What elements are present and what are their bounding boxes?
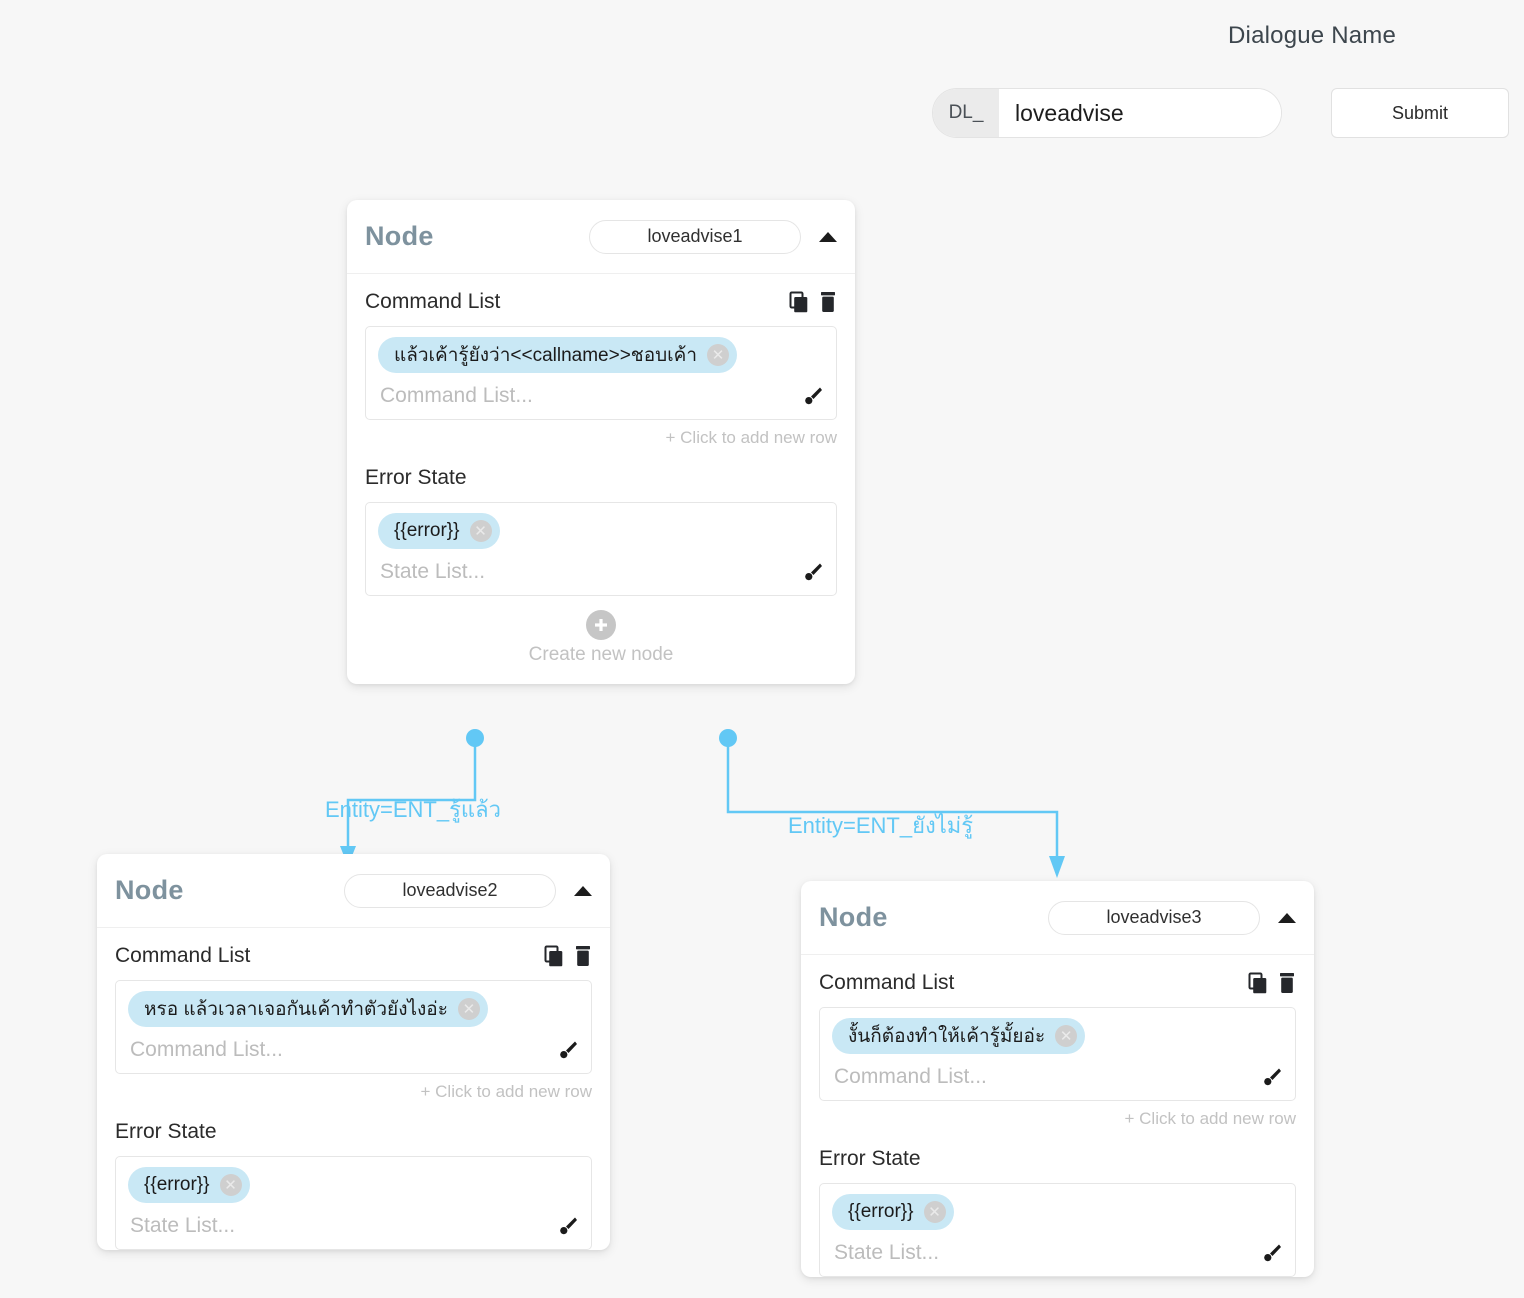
state-input-row [128, 1213, 579, 1241]
dialogue-name-input[interactable] [999, 89, 1281, 137]
node-body: Command List [97, 928, 610, 1250]
state-input-row [832, 1240, 1283, 1268]
error-state-chip[interactable]: {{error}} ✕ [378, 513, 500, 549]
command-list-header: Command List [819, 971, 1296, 995]
node-title: Node [819, 902, 888, 932]
canvas: Dialogue Name DL_ Submit Entity=ENT_รู้แ… [0, 0, 1524, 1298]
circle-x-icon[interactable]: ✕ [707, 344, 730, 366]
circle-x-icon[interactable]: ✕ [457, 998, 480, 1020]
copy-icon[interactable] [1248, 972, 1270, 994]
create-new-node-button[interactable]: Create new node [365, 596, 837, 684]
command-input-row [832, 1064, 1283, 1092]
add-new-row-command[interactable]: + Click to add new row [115, 1082, 593, 1102]
command-list-label: Command List [365, 290, 501, 313]
copy-icon[interactable] [544, 945, 566, 967]
command-list-box[interactable]: งั้นก็ต้องทำให้เค้ารู้มั้ยอ่ะ ✕ [819, 1007, 1296, 1101]
node-title: Node [365, 221, 434, 251]
error-state-label: Error State [115, 1120, 217, 1143]
section-icons [544, 945, 592, 967]
command-list-label: Command List [115, 944, 251, 967]
submit-button[interactable]: Submit [1331, 88, 1509, 138]
add-new-row-command[interactable]: + Click to add new row [365, 428, 838, 448]
trash-icon[interactable] [574, 945, 592, 967]
brush-icon[interactable] [800, 384, 824, 408]
connector-source-dot-left [466, 729, 484, 747]
command-list-input[interactable] [832, 1064, 1259, 1090]
circle-x-icon[interactable]: ✕ [923, 1201, 946, 1223]
chevron-up-icon[interactable] [1278, 912, 1296, 923]
dialogue-name-prefix: DL_ [933, 89, 999, 137]
section-icons [789, 291, 837, 313]
section-icons [1248, 972, 1296, 994]
node-name-pill[interactable]: loveadvise2 [344, 873, 556, 908]
state-input-row [378, 559, 824, 587]
command-chip[interactable]: หรอ แล้วเวลาเจอกันเค้าทำตัวยังไงอ่ะ ✕ [128, 991, 488, 1027]
command-chip-label: แล้วเค้ารู้ยังว่า<<callname>>ชอบเค้า [394, 345, 698, 366]
command-list-box[interactable]: แล้วเค้ารู้ยังว่า<<callname>>ชอบเค้า ✕ [365, 326, 837, 420]
connector-arrow-right [1049, 856, 1065, 878]
error-state-label: Error State [819, 1147, 921, 1170]
copy-icon[interactable] [789, 291, 811, 313]
error-state-box[interactable]: {{error}} ✕ [365, 502, 837, 596]
error-state-header: Error State [819, 1147, 1296, 1171]
error-state-chip-label: {{error}} [144, 1174, 210, 1195]
node-header: Node loveadvise1 [347, 200, 855, 274]
error-state-chip-label: {{error}} [848, 1201, 914, 1222]
create-new-node-label: Create new node [528, 644, 674, 665]
node-name-pill[interactable]: loveadvise1 [589, 219, 801, 254]
connector-source-dot-right [719, 729, 737, 747]
circle-x-icon[interactable]: ✕ [219, 1174, 242, 1196]
error-state-chip[interactable]: {{error}} ✕ [832, 1194, 954, 1230]
command-chip-label: หรอ แล้วเวลาเจอกันเค้าทำตัวยังไงอ่ะ [144, 999, 448, 1020]
error-state-chip-label: {{error}} [394, 520, 460, 541]
brush-icon[interactable] [1259, 1065, 1283, 1089]
command-list-input[interactable] [378, 383, 800, 409]
node-header: Node loveadvise3 [801, 881, 1314, 955]
error-state-header: Error State [365, 466, 837, 490]
chevron-up-icon[interactable] [574, 885, 592, 896]
node-card-loveadvise1: Node loveadvise1 Command List แล้วเค้ารู… [347, 200, 855, 684]
command-list-box[interactable]: หรอ แล้วเวลาเจอกันเค้าทำตัวยังไงอ่ะ ✕ [115, 980, 592, 1074]
circle-x-icon[interactable]: ✕ [1055, 1025, 1078, 1047]
node-card-loveadvise2: Node loveadvise2 Command List หรอ แล้วเว… [97, 854, 610, 1250]
command-input-row [128, 1037, 579, 1065]
state-list-input[interactable] [378, 559, 800, 585]
brush-icon[interactable] [1259, 1241, 1283, 1265]
connector-label-right: Entity=ENT_ยังไม่รู้ [788, 813, 974, 838]
command-list-label: Command List [819, 971, 955, 994]
connector-label-left: Entity=ENT_รู้แล้ว [325, 797, 501, 822]
node-body: Command List [801, 955, 1314, 1277]
error-state-label: Error State [365, 466, 467, 489]
command-input-row [378, 383, 824, 411]
error-state-box[interactable]: {{error}} ✕ [115, 1156, 592, 1250]
command-list-header: Command List [115, 944, 592, 968]
command-chip[interactable]: งั้นก็ต้องทำให้เค้ารู้มั้ยอ่ะ ✕ [832, 1018, 1086, 1054]
node-header: Node loveadvise2 [97, 854, 610, 928]
add-new-row-command[interactable]: + Click to add new row [819, 1109, 1297, 1129]
node-name-pill[interactable]: loveadvise3 [1048, 900, 1260, 935]
brush-icon[interactable] [555, 1214, 579, 1238]
node-body: Command List [347, 274, 855, 684]
plus-icon[interactable] [586, 610, 616, 640]
command-chip[interactable]: แล้วเค้ารู้ยังว่า<<callname>>ชอบเค้า ✕ [378, 337, 738, 373]
command-chip-label: งั้นก็ต้องทำให้เค้ารู้มั้ยอ่ะ [848, 1026, 1046, 1047]
command-list-input[interactable] [128, 1037, 555, 1063]
state-list-input[interactable] [832, 1240, 1259, 1266]
trash-icon[interactable] [819, 291, 837, 313]
brush-icon[interactable] [555, 1038, 579, 1062]
brush-icon[interactable] [800, 560, 824, 584]
dialogue-name-label: Dialogue Name [1228, 22, 1397, 49]
error-state-header: Error State [115, 1120, 592, 1144]
state-list-input[interactable] [128, 1213, 555, 1239]
node-title: Node [115, 875, 184, 905]
error-state-chip[interactable]: {{error}} ✕ [128, 1167, 250, 1203]
node-card-loveadvise3: Node loveadvise3 Command List งั้นก็ต้อง… [801, 881, 1314, 1277]
circle-x-icon[interactable]: ✕ [469, 520, 492, 542]
chevron-up-icon[interactable] [819, 231, 837, 242]
trash-icon[interactable] [1278, 972, 1296, 994]
error-state-box[interactable]: {{error}} ✕ [819, 1183, 1296, 1277]
dialogue-name-field[interactable]: DL_ [932, 88, 1282, 138]
command-list-header: Command List [365, 290, 837, 314]
